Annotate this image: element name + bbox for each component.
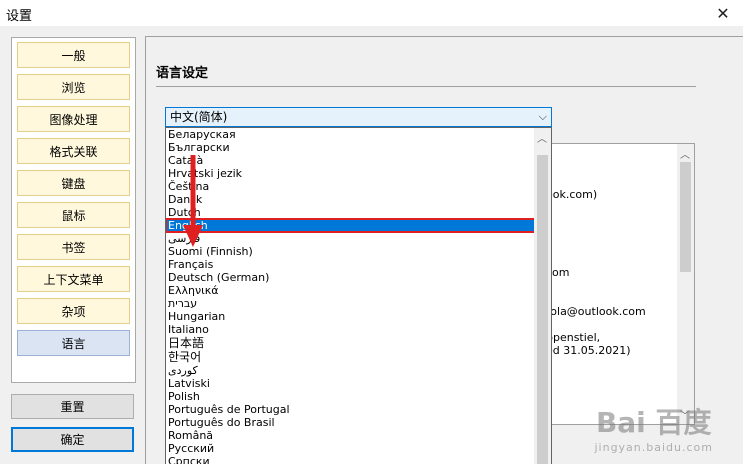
- language-option[interactable]: Português de Portugal: [166, 403, 551, 416]
- chevron-down-icon[interactable]: ⌵: [539, 108, 547, 126]
- language-option[interactable]: 日本語: [166, 336, 551, 350]
- language-dropdown-list[interactable]: Беларуская Български Català Hrvatski jezik Č…: [165, 127, 552, 464]
- scroll-up-icon[interactable]: ︿: [680, 146, 690, 161]
- nav-item-misc[interactable]: 杂项: [17, 298, 130, 324]
- window-title: 设置: [6, 9, 33, 24]
- language-option[interactable]: Română: [166, 429, 551, 442]
- ok-button[interactable]: 确定: [11, 427, 134, 452]
- language-panel: 语言设定 ook.com) ) com rola@outlook.com ppe…: [145, 36, 743, 464]
- language-option[interactable]: Português do Brasil: [166, 416, 551, 429]
- language-option[interactable]: Ελληνικά: [166, 284, 551, 297]
- info-scrollbar[interactable]: ︿ ﹀: [677, 144, 694, 424]
- watermark-url: jingyan.baidu.com: [594, 441, 713, 454]
- language-combobox[interactable]: 中文(简体) ⌵: [165, 107, 552, 127]
- nav-item-context-menu[interactable]: 上下文菜单: [17, 266, 130, 292]
- language-option[interactable]: Dansk: [166, 193, 551, 206]
- info-line: rola@outlook.com: [546, 305, 646, 318]
- nav-item-browse[interactable]: 浏览: [17, 74, 130, 100]
- language-option[interactable]: Deutsch (German): [166, 271, 551, 284]
- language-option[interactable]: Latviski: [166, 377, 551, 390]
- close-icon[interactable]: ✕: [703, 0, 743, 27]
- language-option[interactable]: کوردی: [166, 364, 551, 377]
- scroll-thumb[interactable]: [680, 162, 691, 272]
- language-option[interactable]: Hrvatski jezik: [166, 167, 551, 180]
- language-option[interactable]: English: [166, 218, 551, 233]
- section-title: 语言设定: [156, 66, 209, 81]
- nav-item-bookmarks[interactable]: 书签: [17, 234, 130, 260]
- nav-item-file-association[interactable]: 格式关联: [17, 138, 130, 164]
- language-option[interactable]: עברית: [166, 297, 551, 310]
- language-option[interactable]: Polish: [166, 390, 551, 403]
- nav-item-mouse[interactable]: 鼠标: [17, 202, 130, 228]
- nav-item-keyboard[interactable]: 键盘: [17, 170, 130, 196]
- settings-nav: 一般 浏览 图像处理 格式关联 键盘 鼠标 书签 上下文菜单 杂项 语言: [11, 37, 136, 383]
- scroll-thumb[interactable]: [537, 155, 548, 464]
- language-option[interactable]: فارسی: [166, 232, 551, 245]
- language-option[interactable]: Dutch: [166, 206, 551, 219]
- language-option[interactable]: Српски: [166, 455, 551, 464]
- language-option[interactable]: Беларуская: [166, 128, 551, 141]
- combobox-value: 中文(简体): [170, 110, 228, 124]
- nav-item-language[interactable]: 语言: [17, 330, 130, 356]
- section-divider: [156, 86, 696, 87]
- baidu-watermark: Bai 百度 jingyan.baidu.com: [594, 401, 713, 454]
- info-box: ook.com) ) com rola@outlook.com ppenstie…: [537, 143, 695, 425]
- reset-button[interactable]: 重置: [11, 394, 134, 419]
- watermark-logo: Bai 百度: [595, 406, 712, 439]
- language-option[interactable]: Français: [166, 258, 551, 271]
- language-option[interactable]: Čeština: [166, 180, 551, 193]
- language-option[interactable]: Català: [166, 154, 551, 167]
- info-line: ppenstiel,: [546, 331, 601, 344]
- language-option[interactable]: 한국어: [166, 350, 551, 364]
- scroll-up-icon[interactable]: ︿: [537, 130, 547, 145]
- red-arrow-annotation: [183, 155, 203, 247]
- language-option[interactable]: Български: [166, 141, 551, 154]
- language-option[interactable]: Italiano: [166, 323, 551, 336]
- nav-item-image-processing[interactable]: 图像处理: [17, 106, 130, 132]
- title-bar: 设置 ✕: [0, 0, 743, 27]
- info-line: ook.com): [546, 188, 598, 201]
- language-option[interactable]: Suomi (Finnish): [166, 245, 551, 258]
- language-option[interactable]: Hungarian: [166, 310, 551, 323]
- nav-item-general[interactable]: 一般: [17, 42, 130, 68]
- language-option[interactable]: Русский: [166, 442, 551, 455]
- list-scrollbar[interactable]: ︿: [534, 128, 551, 464]
- info-line: ed 31.05.2021): [546, 344, 631, 357]
- dialog-client: 一般 浏览 图像处理 格式关联 键盘 鼠标 书签 上下文菜单 杂项 语言 重置 …: [0, 27, 743, 464]
